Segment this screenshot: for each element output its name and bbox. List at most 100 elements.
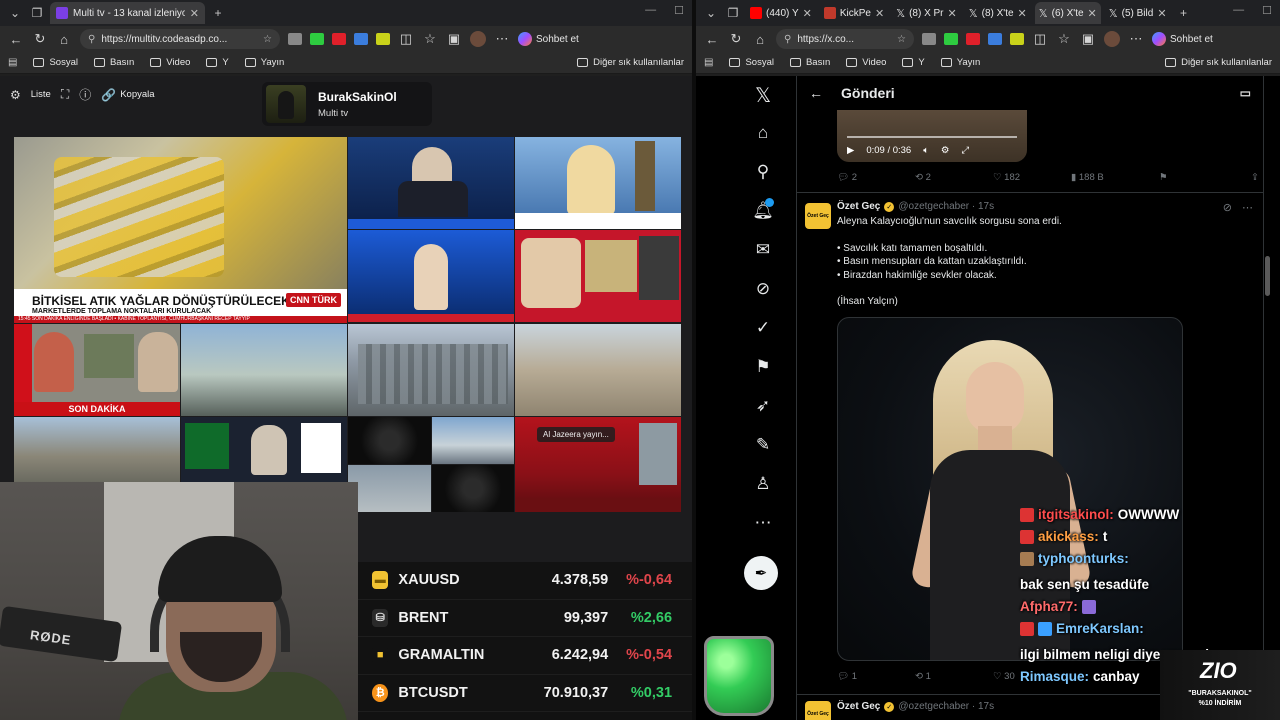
home-icon[interactable]: ⌂ bbox=[56, 32, 72, 47]
extension-icon[interactable] bbox=[922, 33, 936, 45]
more-icon[interactable]: ⋯ bbox=[1242, 201, 1253, 214]
bookmark-folder-yayin[interactable]: Yayın bbox=[940, 57, 980, 68]
compose-post-button[interactable]: ✒ bbox=[744, 556, 778, 590]
reader-mode-icon[interactable]: ▭ bbox=[1240, 86, 1251, 100]
video-cell-cam-1[interactable] bbox=[14, 417, 180, 482]
address-bar[interactable]: ⚲ https://multitv.codeasdp.co... ☆ bbox=[80, 29, 280, 49]
address-bar[interactable]: ⚲ https://x.co... ☆ bbox=[776, 29, 914, 49]
minimize-icon[interactable]: — bbox=[1233, 4, 1244, 17]
bookmark-toggle-icon[interactable]: ▤ bbox=[8, 57, 17, 68]
x-logo-icon[interactable]: 𝕏 bbox=[750, 82, 776, 108]
messages-icon[interactable]: ✉ bbox=[750, 237, 776, 263]
channel-card[interactable]: BurakSakinOl Multi tv bbox=[262, 82, 432, 126]
settings-gear-icon[interactable]: ⚙ bbox=[941, 145, 950, 156]
play-icon[interactable]: ▶ bbox=[847, 145, 854, 156]
tab-x-3[interactable]: 𝕏 (6) X'te ✕ bbox=[1034, 2, 1101, 24]
profile-icon[interactable]: ♙ bbox=[750, 471, 776, 497]
reply-button[interactable]: 💬︎ 2 bbox=[837, 172, 915, 183]
bookmark-folder-sosyal[interactable]: Sosyal bbox=[729, 57, 774, 68]
extension-icon[interactable] bbox=[288, 33, 302, 45]
profile-avatar[interactable] bbox=[470, 31, 486, 47]
share-icon[interactable]: ⇪ bbox=[1251, 172, 1263, 183]
split-screen-icon[interactable]: ◫ bbox=[398, 31, 414, 47]
close-tab-icon[interactable]: ✕ bbox=[948, 7, 957, 20]
copilot-chat-button[interactable]: Sohbet et bbox=[1152, 32, 1213, 46]
rocket-icon[interactable]: ➶ bbox=[750, 393, 776, 419]
maximize-icon[interactable]: ☐ bbox=[1262, 4, 1272, 17]
close-tab-icon[interactable]: ✕ bbox=[1088, 7, 1097, 20]
favorite-star-icon[interactable]: ☆ bbox=[897, 34, 906, 45]
bookmark-folder-sosyal[interactable]: Sosyal bbox=[33, 57, 78, 68]
bookmark-folder-video[interactable]: Video bbox=[150, 57, 190, 68]
more-icon[interactable]: ⋯ bbox=[494, 31, 510, 47]
close-tab-icon[interactable]: ✕ bbox=[1157, 7, 1166, 20]
bookmarks-icon[interactable]: ⚑ bbox=[750, 354, 776, 380]
tab-actions-icon[interactable]: ⌄ bbox=[6, 4, 24, 22]
video-cell-coast[interactable] bbox=[432, 417, 514, 464]
profile-avatar[interactable] bbox=[1104, 31, 1120, 47]
notifications-bell-icon[interactable]: 🔔︎ bbox=[750, 198, 776, 224]
video-cell-dark-1[interactable] bbox=[348, 417, 431, 464]
video-cell-sky[interactable] bbox=[348, 465, 431, 512]
new-tab-button[interactable]: + bbox=[209, 4, 227, 22]
extension-icon[interactable] bbox=[376, 33, 390, 45]
close-tab-icon[interactable]: ✕ bbox=[190, 7, 199, 20]
bookmark-folder-video[interactable]: Video bbox=[846, 57, 886, 68]
tab-youtube[interactable]: (440) Y ✕ bbox=[746, 2, 816, 24]
bookmark-toggle-icon[interactable]: ▤ bbox=[704, 57, 713, 68]
tweet-handle[interactable]: @ozetgechaber · 17s bbox=[898, 201, 994, 212]
fullscreen-icon[interactable]: ⤢ bbox=[961, 145, 969, 156]
fullscreen-icon[interactable]: ⛶ bbox=[61, 87, 69, 102]
premium-verified-icon[interactable]: ✓ bbox=[750, 315, 776, 341]
collections-icon[interactable]: ▣ bbox=[1080, 31, 1096, 47]
maximize-icon[interactable]: ☐ bbox=[674, 4, 684, 17]
other-favorites[interactable]: Diğer sık kullanılanlar bbox=[1165, 57, 1272, 68]
tweet-author-name[interactable]: Özet Geç bbox=[837, 701, 880, 712]
copy-button[interactable]: Kopyala bbox=[120, 89, 154, 100]
other-favorites[interactable]: Diğer sık kullanılanlar bbox=[577, 57, 684, 68]
grok-icon[interactable]: ⊘ bbox=[1223, 201, 1232, 214]
tab-x-2[interactable]: 𝕏 (8) X'te ✕ bbox=[965, 2, 1031, 24]
extension-icon[interactable] bbox=[332, 33, 346, 45]
explore-search-icon[interactable]: ⚲ bbox=[750, 159, 776, 185]
home-icon[interactable]: ⌂ bbox=[750, 120, 776, 146]
favorites-icon[interactable]: ☆ bbox=[1056, 31, 1072, 47]
workspaces-icon[interactable]: ❐ bbox=[28, 4, 46, 22]
repost-button[interactable]: ⟲ 1 bbox=[915, 671, 993, 682]
tab-multitv[interactable]: Multi tv - 13 kanal izleniyor ✕ bbox=[50, 2, 205, 24]
favorites-icon[interactable]: ☆ bbox=[422, 31, 438, 47]
video-cell-sondakika[interactable]: SON DAKİKA bbox=[14, 324, 180, 416]
reply-button[interactable]: 💬︎ 1 bbox=[837, 671, 915, 682]
articles-icon[interactable]: ✎ bbox=[750, 432, 776, 458]
copilot-chat-button[interactable]: Sohbet et bbox=[518, 32, 579, 46]
collections-icon[interactable]: ▣ bbox=[446, 31, 462, 47]
video-player[interactable]: ▶ 0:09 / 0:36 🔈︎ ⚙ ⤢ bbox=[837, 110, 1027, 162]
bookmark-icon[interactable]: ⚑ bbox=[1159, 172, 1237, 183]
translate-icon[interactable] bbox=[988, 33, 1002, 45]
reload-icon[interactable]: ↻ bbox=[728, 31, 744, 47]
video-cell-skyline-cam[interactable] bbox=[181, 324, 347, 416]
close-tab-icon[interactable]: ✕ bbox=[1018, 7, 1027, 20]
scrollbar[interactable] bbox=[1264, 76, 1272, 720]
video-cell-town-cam[interactable] bbox=[515, 324, 681, 416]
video-progress[interactable] bbox=[847, 136, 1017, 138]
tweet-author-name[interactable]: Özet Geç bbox=[837, 201, 880, 212]
bookmark-folder-y[interactable]: Y bbox=[902, 57, 925, 68]
split-screen-icon[interactable]: ◫ bbox=[1032, 31, 1048, 47]
scrollbar-thumb[interactable] bbox=[1265, 256, 1270, 296]
grok-icon[interactable]: ⊘ bbox=[750, 276, 776, 302]
tab-actions-icon[interactable]: ⌄ bbox=[702, 4, 720, 22]
list-button[interactable]: Liste bbox=[31, 89, 51, 100]
bookmark-folder-y[interactable]: Y bbox=[206, 57, 229, 68]
like-button[interactable]: ♡ 182 bbox=[993, 172, 1071, 183]
volume-icon[interactable]: 🔈︎ bbox=[923, 145, 929, 156]
video-cell-ntv[interactable] bbox=[348, 137, 514, 229]
video-cell-studio[interactable] bbox=[348, 230, 514, 322]
bookmark-folder-basin[interactable]: Basın bbox=[93, 57, 134, 68]
info-icon[interactable]: ⓘ bbox=[79, 86, 91, 103]
more-icon[interactable]: ⋯ bbox=[1128, 31, 1144, 47]
video-cell-cnnturk[interactable]: BİTKİSEL ATIK YAĞLAR DÖNÜŞTÜRÜLECEK MARK… bbox=[14, 137, 347, 323]
tweet-avatar[interactable]: Özet Geç bbox=[805, 203, 831, 229]
extension-icon[interactable] bbox=[310, 33, 324, 45]
back-icon[interactable]: ← bbox=[704, 32, 720, 47]
